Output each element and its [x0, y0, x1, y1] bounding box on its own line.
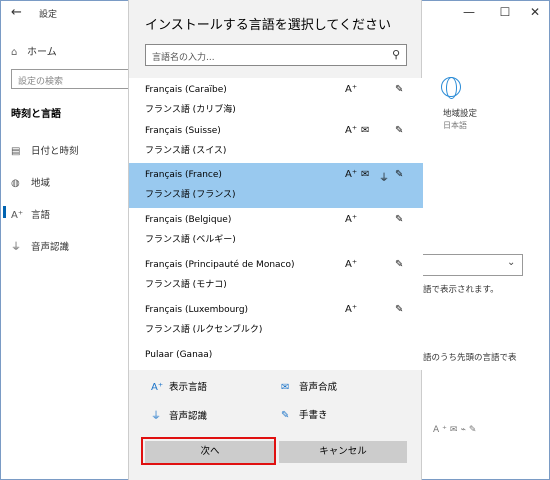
handwriting-icon: ✎: [395, 169, 404, 180]
display-language-icon: A⁺: [345, 259, 358, 270]
language-list-item[interactable]: Français (France) フランス語 (フランス) A⁺ ✉ ⏚ ✎: [129, 163, 423, 208]
nav-item-region[interactable]: ◍ 地域: [11, 175, 50, 189]
language-list-item[interactable]: Pulaar (Ganaa): [129, 343, 423, 370]
language-native-name: フランス語 (フランス): [145, 190, 236, 200]
nav-item-date-time[interactable]: ▤ 日付と時刻: [11, 143, 79, 157]
language-list-item[interactable]: Français (Caraïbe) フランス語 (カリブ海) A⁺ ✎: [129, 78, 423, 123]
language-name: Français (Belgique): [145, 215, 232, 225]
microphone-icon: ⏚: [379, 173, 389, 184]
handwriting-icon: ✎: [395, 84, 404, 95]
dialog-title: インストールする言語を選択してください: [145, 18, 391, 33]
language-list-item[interactable]: Français (Principauté de Monaco) フランス語 (モ…: [129, 253, 423, 298]
language-native-name: フランス語 (カリブ海): [145, 105, 236, 115]
home-nav-item[interactable]: ⌂ ホーム: [11, 43, 57, 58]
handwriting-icon: ✎: [395, 125, 404, 136]
display-language-icon: A⁺: [345, 214, 358, 225]
app-title: 設定: [39, 10, 58, 20]
minimize-button[interactable]: —: [459, 5, 479, 19]
settings-sidebar: ⌂ ホーム 設定の検索 時刻と言語 ▤ 日付と時刻 ◍ 地域 A⁺ 言語 ⏚ 音声認識: [1, 25, 129, 479]
region-settings-label[interactable]: 地域設定: [443, 107, 477, 119]
calendar-clock-icon: ▤: [11, 146, 21, 157]
nav-item-label: 言語: [31, 210, 51, 221]
region-icon: ◍: [11, 178, 20, 189]
nav-item-label: 音声認識: [31, 242, 70, 253]
maximize-button[interactable]: ☐: [495, 5, 515, 19]
text-to-speech-icon: ✉: [281, 382, 290, 393]
nav-item-speech[interactable]: ⏚ 音声認識: [11, 238, 69, 253]
language-picker-dialog: インストールする言語を選択してください 言語名の入力... ⚲ Français…: [128, 0, 423, 480]
language-native-name: フランス語 (ルクセンブルク): [145, 325, 263, 335]
content-text: 語で表示されます。: [423, 285, 499, 295]
language-name: Français (France): [145, 170, 222, 180]
language-native-name: フランス語 (スイス): [145, 146, 227, 156]
region-settings-sub: 日本語: [443, 121, 467, 130]
language-list-item[interactable]: Français (Belgique) フランス語 (ベルギー) A⁺ ✎: [129, 208, 423, 253]
handwriting-icon: ✎: [395, 259, 404, 270]
search-icon: ⚲: [391, 48, 400, 61]
nav-item-language[interactable]: A⁺ 言語: [11, 207, 50, 221]
language-native-name: フランス語 (ベルギー): [145, 235, 236, 245]
language-feature-icons: A⁺✉⌁✎: [433, 425, 480, 435]
language-name: Pulaar (Ganaa): [145, 350, 213, 360]
search-placeholder: 言語名の入力...: [152, 53, 215, 63]
legend-speech-recognition: ⏚ 音声認識: [151, 407, 207, 422]
home-icon: ⌂: [11, 47, 18, 58]
settings-search-input[interactable]: 設定の検索: [11, 69, 129, 89]
section-title: 時刻と言語: [11, 109, 61, 120]
handwriting-icon: ✎: [281, 410, 290, 421]
handwriting-icon: ✎: [395, 214, 404, 225]
language-list-item[interactable]: Français (Luxembourg) フランス語 (ルクセンブルク) A⁺ ✎: [129, 298, 423, 343]
language-search-input[interactable]: 言語名の入力... ⚲: [145, 44, 407, 66]
text-to-speech-icon: ✉: [361, 169, 370, 180]
globe-icon: [441, 77, 461, 99]
legend-display-language: A⁺ 表示言語: [151, 382, 208, 393]
content-text: 語のうち先頭の言語で表: [423, 353, 517, 363]
language-name: Français (Luxembourg): [145, 305, 249, 315]
language-icon: A⁺: [11, 210, 24, 221]
feature-legend: A⁺ 表示言語 ✉ 音声合成 ⏚ 音声認識 ✎ 手書き: [129, 370, 423, 430]
language-list-item[interactable]: Français (Suisse) フランス語 (スイス) A⁺ ✉ ✎: [129, 119, 423, 164]
display-language-icon: A⁺: [345, 169, 358, 180]
microphone-icon: ⏚: [151, 411, 161, 422]
nav-item-label: 地域: [31, 178, 51, 189]
active-nav-indicator: [3, 206, 6, 218]
display-language-icon: A⁺: [345, 125, 358, 136]
microphone-icon: ⏚: [11, 242, 21, 253]
legend-text-to-speech: ✉ 音声合成: [281, 382, 338, 393]
language-name: Français (Suisse): [145, 126, 221, 136]
handwriting-icon: ✎: [395, 304, 404, 315]
home-label: ホーム: [27, 47, 57, 58]
language-native-name: フランス語 (モナコ): [145, 280, 227, 290]
display-language-icon: A⁺: [151, 382, 164, 393]
legend-handwriting: ✎ 手書き: [281, 410, 328, 421]
language-name: Français (Principauté de Monaco): [145, 260, 295, 270]
back-arrow-icon[interactable]: ←: [11, 5, 22, 20]
settings-content-pane: 地域設定 日本語 ⌄ 語で表示されます。 語のうち先頭の言語で表 A⁺✉⌁✎: [423, 25, 549, 479]
nav-item-label: 日付と時刻: [31, 146, 79, 157]
language-list[interactable]: Français (Caraïbe) フランス語 (カリブ海) A⁺ ✎ Françai…: [129, 78, 423, 370]
language-name: Français (Caraïbe): [145, 85, 227, 95]
chevron-down-icon: ⌄: [507, 257, 516, 268]
close-button[interactable]: ✕: [525, 5, 545, 19]
cancel-button[interactable]: キャンセル: [279, 441, 407, 463]
display-language-icon: A⁺: [345, 304, 358, 315]
display-language-icon: A⁺: [345, 84, 358, 95]
text-to-speech-icon: ✉: [361, 125, 370, 136]
highlight-box: [141, 437, 276, 465]
